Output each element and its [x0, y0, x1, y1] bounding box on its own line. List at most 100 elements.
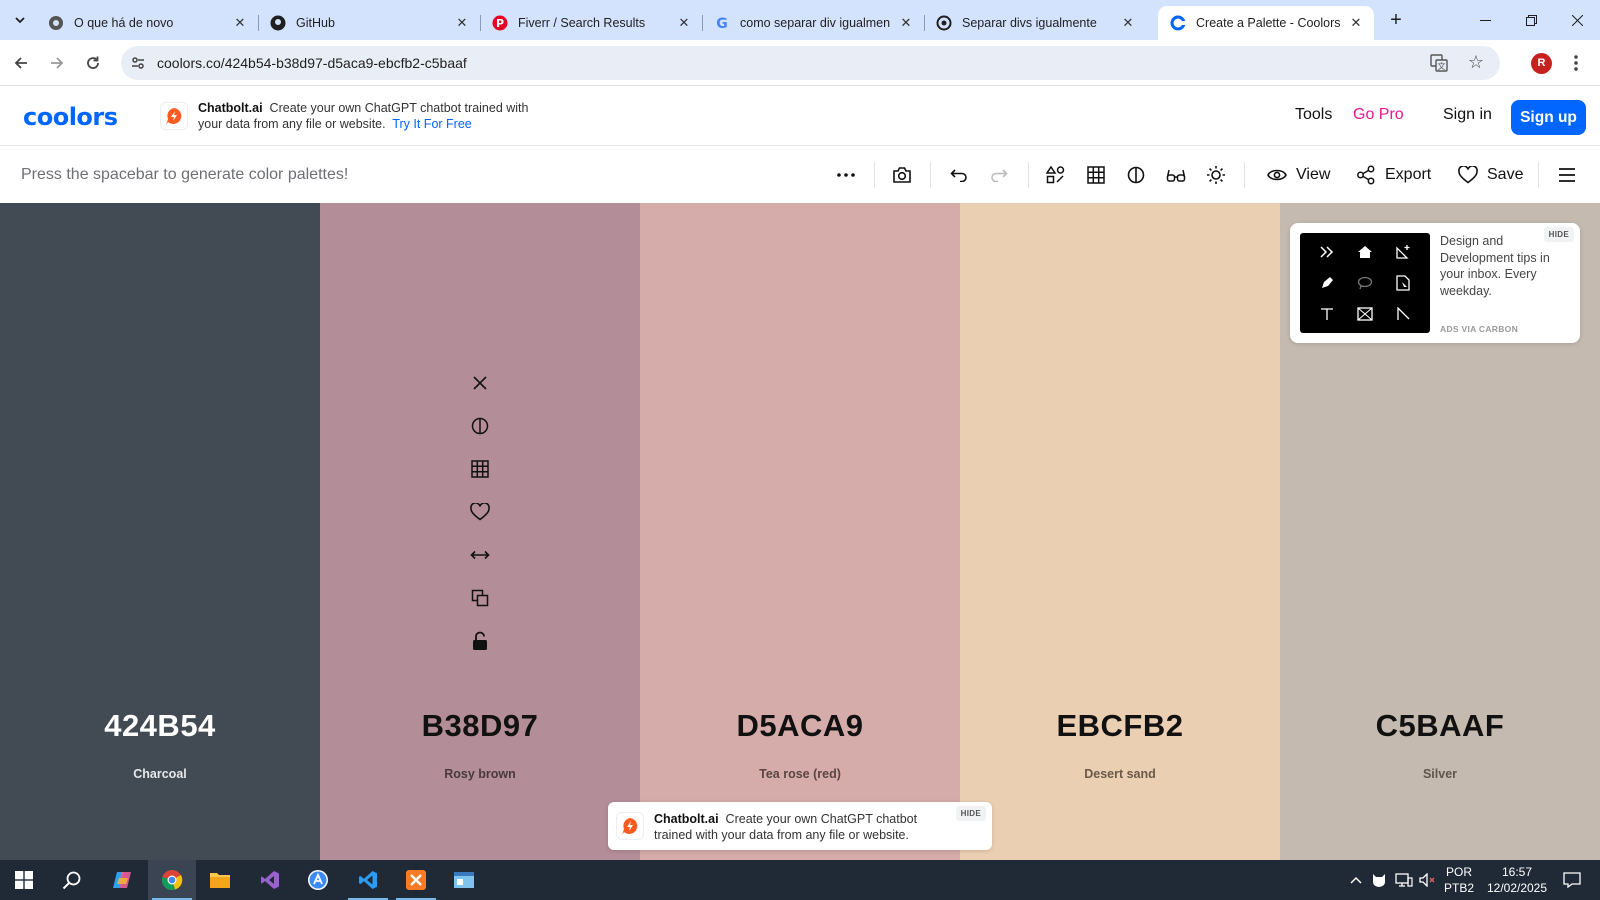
taskbar-visual-studio[interactable] [246, 860, 294, 900]
reload-button[interactable] [80, 50, 106, 76]
new-tab-button[interactable]: + [1383, 8, 1409, 34]
shades-grid-button[interactable] [468, 457, 492, 481]
browser-toolbar: coolors.co/424b54-b38d97-d5aca9-ebcfb2-c… [0, 40, 1600, 86]
close-icon[interactable]: ✕ [454, 15, 470, 31]
pinterest-icon: P [492, 15, 508, 31]
swatch-hex-code[interactable]: B38D97 [320, 708, 640, 744]
swatch-hex-code[interactable]: D5ACA9 [640, 708, 960, 744]
nav-go-pro-link[interactable]: Go Pro [1353, 106, 1404, 124]
taskbar-app-store[interactable] [294, 860, 342, 900]
windows-taskbar: POR PTB2 16:57 12/02/2025 [0, 860, 1600, 900]
adjust-palette-button[interactable] [1044, 163, 1068, 187]
hide-ad-button[interactable]: HIDE [955, 806, 986, 821]
remove-color-button[interactable] [468, 371, 492, 395]
hide-ad-button[interactable]: HIDE [1543, 227, 1574, 242]
color-swatch[interactable]: D5ACA9 Tea rose (red) [640, 203, 960, 860]
taskbar-xampp[interactable] [392, 860, 440, 900]
main-menu-button[interactable] [1555, 163, 1579, 187]
browser-tab[interactable]: P Fiverr / Search Results ✕ [480, 6, 703, 40]
forward-button[interactable] [44, 50, 70, 76]
nav-tools-link[interactable]: Tools [1295, 106, 1332, 124]
taskbar-app[interactable] [440, 860, 488, 900]
tray-app[interactable] [1370, 860, 1388, 900]
view-button[interactable] [1265, 163, 1289, 187]
close-icon[interactable]: ✕ [676, 15, 692, 31]
browser-tab[interactable]: Separar divs igualmente ✕ [924, 6, 1146, 40]
input-language[interactable]: POR PTB2 [1442, 864, 1476, 896]
copy-hex-button[interactable] [468, 586, 492, 610]
tray-volume[interactable] [1418, 860, 1438, 900]
lock-color-button[interactable] [468, 629, 492, 653]
show-hidden-icons-button[interactable] [1348, 860, 1364, 900]
coolors-logo[interactable]: coolors [23, 103, 118, 131]
drag-color-button[interactable] [468, 543, 492, 567]
swatch-color-name[interactable]: Desert sand [960, 767, 1280, 781]
browser-menu-button[interactable] [1572, 52, 1580, 74]
color-swatch[interactable]: 424B54 Charcoal [0, 203, 320, 860]
view-label[interactable]: View [1296, 166, 1330, 184]
contrast-checker-button[interactable] [1124, 163, 1148, 187]
swatch-color-name[interactable]: Tea rose (red) [640, 767, 960, 781]
taskbar-file-explorer[interactable] [196, 860, 244, 900]
save-label[interactable]: Save [1487, 166, 1523, 184]
more-options-button[interactable] [834, 163, 858, 187]
taskbar-search-button[interactable] [48, 860, 96, 900]
taskbar-copilot[interactable] [98, 860, 146, 900]
close-icon[interactable]: ✕ [232, 15, 248, 31]
carbon-ad[interactable]: Design and Development tips in your inbo… [1290, 223, 1580, 343]
close-icon[interactable]: ✕ [1348, 15, 1364, 31]
tab-search-button[interactable] [8, 8, 32, 32]
color-swatch[interactable]: B38D97 Rosy brown [320, 203, 640, 860]
translate-icon[interactable]: 文 [1430, 54, 1448, 77]
copy-icon [471, 589, 489, 607]
browser-tab-active[interactable]: Create a Palette - Coolors ✕ [1158, 6, 1374, 40]
favorite-color-button[interactable] [468, 500, 492, 524]
taskbar-chrome[interactable] [148, 860, 196, 900]
color-swatch[interactable]: EBCFB2 Desert sand [960, 203, 1280, 860]
bottom-ad[interactable]: Chatbolt.ai Create your own ChatGPT chat… [608, 802, 992, 850]
export-label[interactable]: Export [1385, 166, 1431, 184]
sign-up-button[interactable]: Sign up [1511, 100, 1586, 135]
swatch-color-name[interactable]: Silver [1280, 767, 1600, 781]
tab-title: Separar divs igualmente [962, 16, 1097, 30]
ad-cta-link[interactable]: Try It For Free [392, 117, 471, 131]
save-button[interactable] [1456, 163, 1480, 187]
close-icon[interactable]: ✕ [898, 15, 914, 31]
quick-view-button[interactable] [1084, 163, 1108, 187]
back-button[interactable] [8, 50, 34, 76]
tray-network[interactable] [1394, 860, 1414, 900]
start-button[interactable] [0, 860, 48, 900]
swatch-color-name[interactable]: Charcoal [0, 767, 320, 781]
browser-tab[interactable]: O que há de novo ✕ [36, 6, 259, 40]
minimize-button[interactable] [1462, 0, 1508, 40]
carbon-ad-attribution[interactable]: ADS VIA CARBON [1440, 324, 1518, 334]
cursor-plus-icon [1384, 237, 1422, 268]
close-window-button[interactable] [1554, 0, 1600, 40]
swatch-hex-code[interactable]: C5BAAF [1280, 708, 1600, 744]
undo-button[interactable] [947, 163, 971, 187]
github-icon [270, 15, 286, 31]
theme-toggle-button[interactable] [1204, 163, 1228, 187]
swatch-hex-code[interactable]: EBCFB2 [960, 708, 1280, 744]
restore-button[interactable] [1508, 0, 1554, 40]
sign-in-link[interactable]: Sign in [1443, 106, 1492, 124]
redo-button[interactable] [987, 163, 1011, 187]
export-button[interactable] [1354, 163, 1378, 187]
close-icon[interactable]: ✕ [1120, 15, 1136, 31]
bookmark-star-icon[interactable]: ☆ [1468, 52, 1484, 73]
color-blindness-button[interactable] [1164, 163, 1188, 187]
swatch-color-name[interactable]: Rosy brown [320, 767, 640, 781]
swatch-hex-code[interactable]: 424B54 [0, 708, 320, 744]
view-shades-button[interactable] [468, 414, 492, 438]
clock[interactable]: 16:57 12/02/2025 [1480, 864, 1554, 896]
browser-tab[interactable]: GitHub ✕ [258, 6, 481, 40]
notifications-button[interactable] [1556, 860, 1588, 900]
browser-tab[interactable]: G como separar div igualmente ✕ [702, 6, 925, 40]
profile-avatar[interactable]: R [1531, 53, 1552, 74]
address-bar[interactable]: coolors.co/424b54-b38d97-d5aca9-ebcfb2-c… [121, 46, 1500, 80]
toolbar-divider [1028, 162, 1029, 188]
chrome-icon [161, 870, 183, 891]
taskbar-vscode[interactable] [344, 860, 392, 900]
site-info-icon[interactable] [130, 55, 146, 76]
camera-button[interactable] [890, 163, 914, 187]
